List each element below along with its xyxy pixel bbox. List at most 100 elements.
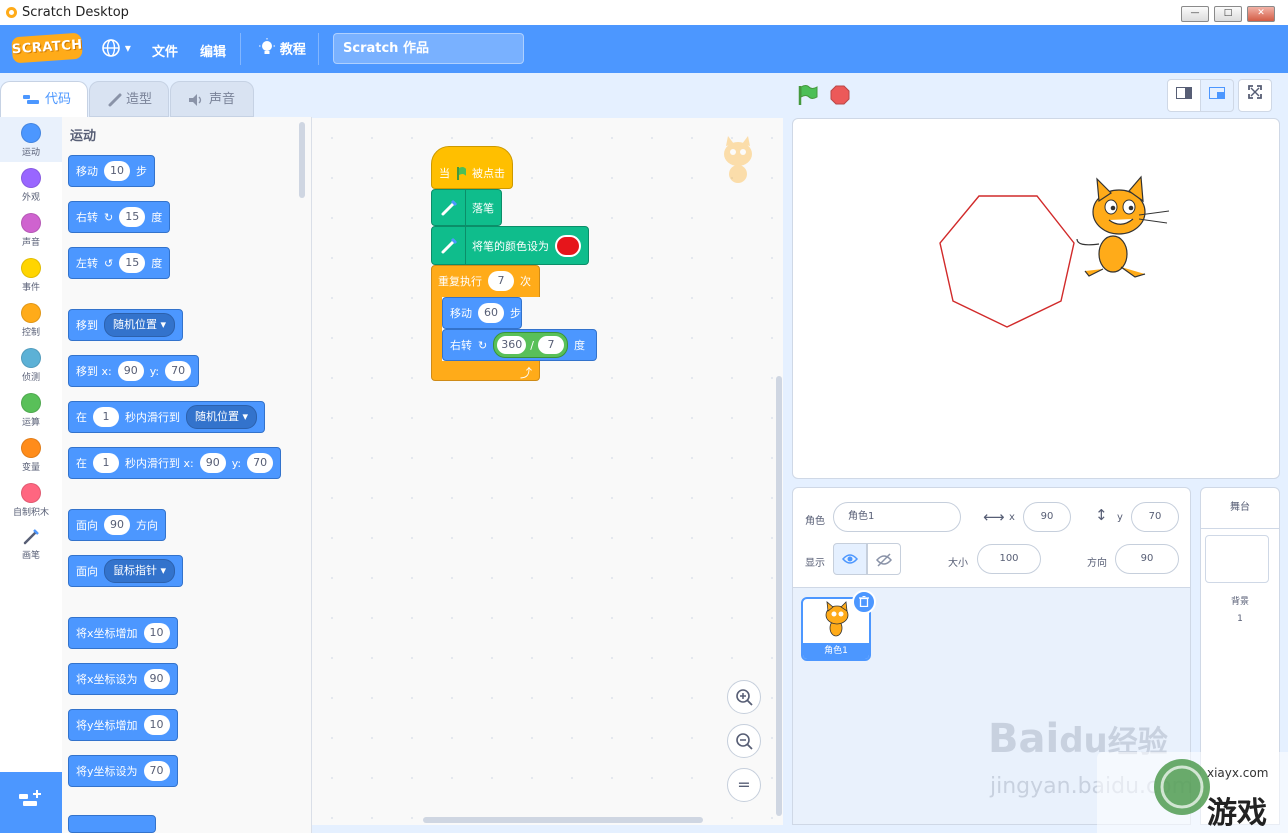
category-events[interactable]: 事件 <box>0 252 62 297</box>
repeat-count-input[interactable]: 7 <box>488 270 514 291</box>
zoom-out-button[interactable] <box>727 724 761 758</box>
tab-costumes[interactable]: 造型 <box>89 81 169 117</box>
block-point-direction[interactable]: 面向 90 方向 <box>68 509 166 541</box>
stop-button[interactable] <box>830 85 850 105</box>
block-text: 秒内滑行到 <box>125 411 180 424</box>
script-area[interactable] <box>312 118 783 825</box>
tab-code[interactable]: 代码 <box>0 81 88 119</box>
number-input[interactable]: 90 <box>143 669 170 689</box>
title-bar: Scratch Desktop — □ ✕ <box>0 0 1288 26</box>
block-change-y[interactable]: 将y坐标增加 10 <box>68 709 178 741</box>
hide-sprite-button[interactable] <box>867 543 901 575</box>
tab-sounds[interactable]: 声音 <box>170 81 254 117</box>
number-input[interactable]: 10 <box>143 715 170 735</box>
stage-drawing <box>939 175 1170 328</box>
file-menu[interactable]: 文件 <box>152 41 178 60</box>
sprite-name-input[interactable]: 角色1 <box>833 502 961 532</box>
fullscreen-button[interactable] <box>1238 79 1272 112</box>
size-input[interactable]: 100 <box>977 544 1041 574</box>
number-input[interactable]: 10 <box>104 161 130 181</box>
number-input[interactable]: 70 <box>143 761 170 781</box>
block-turn-left[interactable]: 左转 ↺ 15 度 <box>68 247 171 279</box>
block-text: 次 <box>520 274 531 288</box>
block-text: 将笔的颜色设为 <box>472 239 549 253</box>
backdrop-thumbnail[interactable] <box>1205 535 1269 583</box>
block-turn-right[interactable]: 右转 ↻ 15 度 <box>68 201 171 233</box>
set-pen-color-block[interactable]: 将笔的颜色设为 <box>431 226 589 265</box>
pen-down-block[interactable]: 落笔 <box>431 189 502 226</box>
category-my-blocks[interactable]: 自制积木 <box>0 477 62 522</box>
x-position-input[interactable]: 90 <box>1023 502 1071 532</box>
repeat-header: 重复执行 7 次 <box>431 265 538 296</box>
language-menu[interactable]: ▾ <box>101 38 131 58</box>
divisor-input[interactable]: 7 <box>537 336 564 354</box>
zoom-in-button[interactable] <box>727 680 761 714</box>
category-variables[interactable]: 变量 <box>0 432 62 477</box>
steps-input[interactable]: 60 <box>478 303 504 323</box>
block-glide-xy[interactable]: 在 1 秒内滑行到 x: 90 y: 70 <box>68 447 282 479</box>
small-stage-button[interactable] <box>1167 79 1201 112</box>
seconds-input[interactable]: 1 <box>93 407 119 427</box>
block-move-steps[interactable]: 移动 10 步 <box>68 155 155 187</box>
show-sprite-button[interactable] <box>833 543 867 575</box>
backdrops-count: 1 <box>1237 614 1243 624</box>
stage-canvas[interactable] <box>792 118 1280 479</box>
block-point-towards[interactable]: 面向 鼠标指针 ▾ <box>68 555 184 587</box>
block-set-y[interactable]: 将y坐标设为 70 <box>68 755 178 787</box>
move-steps-block[interactable]: 移动 60 步 <box>442 297 522 329</box>
block-goto-xy[interactable]: 移到 x: 90 y: 70 <box>68 355 200 387</box>
category-pen[interactable]: 画笔 <box>0 522 62 567</box>
category-sound[interactable]: 声音 <box>0 207 62 252</box>
y-label: y <box>1117 512 1123 523</box>
color-picker-input[interactable] <box>555 234 581 257</box>
delete-sprite-button[interactable] <box>852 590 876 614</box>
tab-sounds-label: 声音 <box>209 92 236 107</box>
turn-right-block[interactable]: 右转 ↻ 360 / 7 度 <box>442 329 597 361</box>
target-dropdown[interactable]: 鼠标指针 ▾ <box>104 559 176 583</box>
green-flag-button[interactable] <box>797 84 819 106</box>
x-input[interactable]: 90 <box>117 361 144 381</box>
large-stage-button[interactable] <box>1200 79 1234 112</box>
target-dropdown[interactable]: 随机位置 ▾ <box>186 405 258 429</box>
x-input[interactable]: 90 <box>199 453 226 473</box>
category-operators[interactable]: 运算 <box>0 387 62 432</box>
number-input[interactable]: 15 <box>119 253 146 273</box>
zoom-reset-button[interactable]: = <box>727 768 761 802</box>
minimize-button[interactable]: — <box>1181 6 1209 22</box>
palette-scrollbar[interactable] <box>299 122 305 198</box>
divide-operator[interactable]: 360 / 7 <box>493 332 568 358</box>
block-goto[interactable]: 移到 随机位置 ▾ <box>68 309 184 341</box>
maximize-button[interactable]: □ <box>1214 6 1242 22</box>
direction-input[interactable]: 90 <box>104 515 130 535</box>
block-set-x[interactable]: 将x坐标设为 90 <box>68 663 178 695</box>
target-dropdown[interactable]: 随机位置 ▾ <box>104 313 176 337</box>
block-change-x[interactable]: 将x坐标增加 10 <box>68 617 178 649</box>
category-label: 声音 <box>21 238 40 248</box>
script-vertical-scrollbar[interactable] <box>776 376 782 816</box>
edit-menu[interactable]: 编辑 <box>200 41 226 60</box>
direction-input[interactable]: 90 <box>1115 544 1179 574</box>
add-extension-button[interactable] <box>0 772 62 833</box>
tutorials-menu[interactable]: 教程 <box>258 38 306 58</box>
block-partial[interactable] <box>68 815 156 833</box>
category-motion[interactable]: 运动 <box>0 117 62 162</box>
project-title-input[interactable]: Scratch 作品 <box>333 33 524 64</box>
block-text: y: <box>231 456 242 470</box>
seconds-input[interactable]: 1 <box>93 453 119 473</box>
y-input[interactable]: 70 <box>247 453 274 473</box>
category-sensing[interactable]: 侦测 <box>0 342 62 387</box>
block-text: 度 <box>151 257 163 270</box>
number-input[interactable]: 15 <box>119 207 146 227</box>
scratch-logo[interactable]: SCRATCH <box>11 32 83 64</box>
when-flag-clicked-block[interactable]: 当 被点击 <box>431 146 513 189</box>
dividend-input[interactable]: 360 <box>497 336 527 354</box>
y-input[interactable]: 70 <box>165 361 192 381</box>
number-input[interactable]: 10 <box>143 623 170 643</box>
category-looks[interactable]: 外观 <box>0 162 62 207</box>
menu-divider <box>318 33 319 65</box>
y-position-input[interactable]: 70 <box>1131 502 1179 532</box>
script-horizontal-scrollbar[interactable] <box>423 817 703 823</box>
block-glide[interactable]: 在 1 秒内滑行到 随机位置 ▾ <box>68 401 266 433</box>
close-button[interactable]: ✕ <box>1247 6 1275 22</box>
category-control[interactable]: 控制 <box>0 297 62 342</box>
